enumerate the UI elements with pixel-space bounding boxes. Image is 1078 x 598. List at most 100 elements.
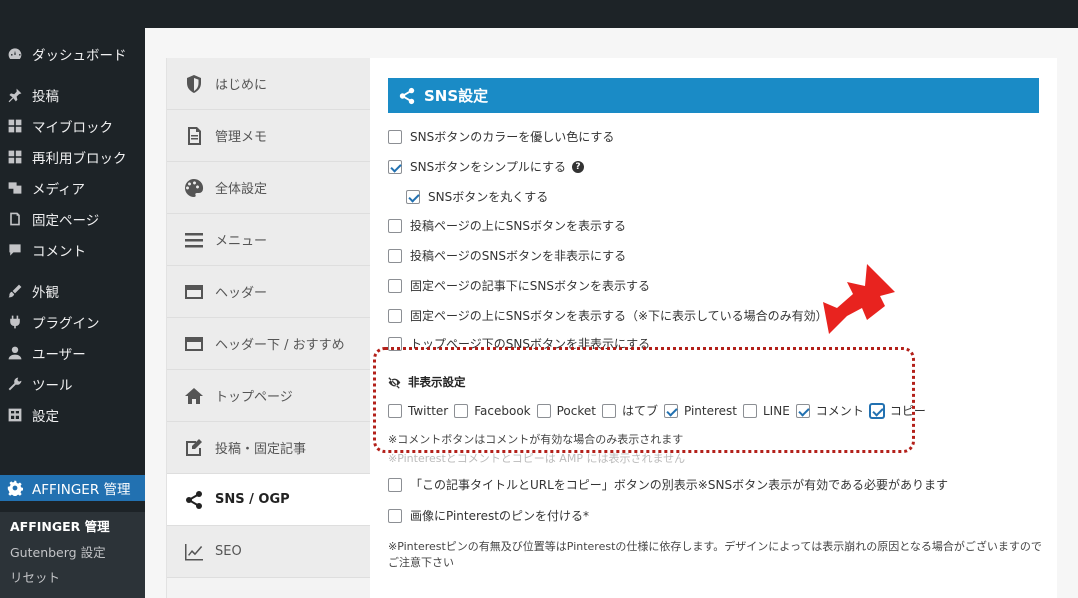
- wp-admin-sidebar: ダッシュボード 投稿 マイブロック 再利用ブロック メディア 固定ページ コメン…: [0, 28, 154, 598]
- blocks-icon: [7, 118, 23, 134]
- option-page-top[interactable]: 固定ページの上にSNSボタンを表示する（※下に表示している場合のみ有効）: [388, 307, 828, 324]
- tab-seo[interactable]: SEO: [167, 526, 371, 578]
- checkbox[interactable]: [388, 159, 402, 174]
- menu-label: ユーザー: [32, 347, 86, 363]
- wrench-icon: [7, 376, 23, 392]
- highlight-box: [373, 347, 915, 453]
- tab-label: ヘッダー下 / おすすめ: [215, 338, 345, 353]
- dashboard-icon: [7, 46, 23, 62]
- option-post-hide[interactable]: 投稿ページのSNSボタンを非表示にする: [388, 247, 626, 264]
- tab-posts[interactable]: 投稿・固定記事: [167, 422, 371, 474]
- tab-sns-ogp[interactable]: SNS / OGP: [167, 474, 371, 526]
- option-simple[interactable]: SNSボタンをシンプルにする ?: [388, 158, 584, 175]
- option-gentle-color[interactable]: SNSボタンのカラーを優しい色にする: [388, 128, 614, 145]
- tab-intro[interactable]: はじめに: [167, 58, 371, 110]
- menu-affinger[interactable]: AFFINGER 管理: [0, 475, 154, 501]
- submenu-affinger[interactable]: AFFINGER 管理: [10, 516, 110, 535]
- menu-label: マイブロック: [32, 120, 113, 136]
- shield-icon: [183, 73, 205, 95]
- menu-label: 設定: [32, 409, 59, 425]
- menu-label: メディア: [32, 182, 86, 198]
- comment-icon: [7, 242, 23, 258]
- brush-icon: [7, 283, 23, 299]
- checkbox[interactable]: [388, 308, 402, 323]
- section-header: SNS設定: [388, 78, 1039, 113]
- menu-settings[interactable]: 設定: [0, 402, 145, 428]
- menu-label: 再利用ブロック: [32, 151, 127, 167]
- checkbox[interactable]: [406, 189, 420, 204]
- tab-general[interactable]: 全体設定: [167, 162, 371, 214]
- palette-icon: [183, 177, 205, 199]
- user-icon: [7, 345, 23, 361]
- menu-pages[interactable]: 固定ページ: [0, 206, 145, 232]
- option-page-bottom[interactable]: 固定ページの記事下にSNSボタンを表示する: [388, 277, 650, 294]
- tab-label: メニュー: [215, 234, 268, 249]
- help-icon[interactable]: ?: [571, 160, 584, 173]
- menu-my-blocks[interactable]: マイブロック: [0, 113, 145, 139]
- tab-memo[interactable]: 管理メモ: [167, 110, 371, 162]
- menu-dashboard[interactable]: ダッシュボード: [0, 41, 145, 67]
- media-icon: [7, 180, 23, 196]
- menu-label: ツール: [32, 378, 73, 394]
- option-label: SNSボタンをシンプルにする: [410, 160, 566, 174]
- memo-icon: [183, 125, 205, 147]
- tab-label: トップページ: [215, 390, 293, 405]
- edit-icon: [183, 437, 205, 459]
- tab-header-below[interactable]: ヘッダー下 / おすすめ: [167, 318, 371, 370]
- option-label: 固定ページの記事下にSNSボタンを表示する: [410, 279, 650, 293]
- option-post-top[interactable]: 投稿ページの上にSNSボタンを表示する: [388, 217, 626, 234]
- option-label: 投稿ページのSNSボタンを非表示にする: [410, 249, 627, 263]
- submenu-reset[interactable]: リセット: [10, 567, 60, 586]
- menu-tools[interactable]: ツール: [0, 371, 145, 397]
- menu-label: AFFINGER 管理: [32, 482, 131, 498]
- plugin-icon: [7, 314, 23, 330]
- menu-icon: [183, 229, 205, 251]
- settings-tabs: はじめに 管理メモ 全体設定 メニュー ヘッダー ヘッダー下 / おすすめ トッ…: [166, 58, 371, 598]
- tab-label: ヘッダー: [215, 286, 268, 301]
- menu-label: 外観: [32, 285, 59, 301]
- red-arrow-icon: [823, 264, 895, 334]
- tab-label: 管理メモ: [215, 130, 268, 145]
- menu-reusable-blocks[interactable]: 再利用ブロック: [0, 144, 145, 170]
- tab-label: 投稿・固定記事: [215, 442, 307, 457]
- affinger-submenu: AFFINGER 管理 Gutenberg 設定 リセット: [0, 512, 145, 598]
- share-icon: [183, 489, 205, 511]
- tab-menu[interactable]: メニュー: [167, 214, 371, 266]
- option-label: 「この記事タイトルとURLをコピー」ボタンの別表示※SNSボタン表示が有効である…: [410, 478, 948, 492]
- pinterest-note-line-1: ※Pinterestピンの有無及び位置等はPinterestの仕様に依存します。…: [388, 540, 1042, 553]
- option-label: 固定ページの上にSNSボタンを表示する（※下に表示している場合のみ有効）: [410, 309, 828, 323]
- admin-top-bar: [0, 0, 1078, 28]
- section-title: SNS設定: [424, 87, 489, 105]
- option-round[interactable]: SNSボタンを丸くする: [406, 188, 548, 205]
- submenu-gutenberg[interactable]: Gutenberg 設定: [10, 542, 106, 561]
- option-label: SNSボタンを丸くする: [428, 190, 549, 204]
- option-label: SNSボタンのカラーを優しい色にする: [410, 130, 615, 144]
- settings-icon: [7, 407, 23, 423]
- chart-icon: [183, 541, 205, 563]
- menu-plugins[interactable]: プラグイン: [0, 309, 145, 335]
- menu-comments[interactable]: コメント: [0, 237, 145, 263]
- page-icon: [7, 211, 23, 227]
- menu-posts[interactable]: 投稿: [0, 82, 145, 108]
- pin-icon: [7, 87, 23, 103]
- gear-icon: [7, 480, 23, 496]
- menu-label: 固定ページ: [32, 213, 100, 229]
- checkbox[interactable]: [388, 248, 402, 263]
- checkbox[interactable]: [388, 218, 402, 233]
- option-pinterest-pin[interactable]: 画像にPinterestのピンを付ける*: [388, 507, 589, 524]
- tab-label: SEO: [215, 544, 242, 559]
- menu-label: ダッシュボード: [32, 48, 127, 64]
- menu-users[interactable]: ユーザー: [0, 340, 145, 366]
- checkbox[interactable]: [388, 129, 402, 144]
- option-label: 画像にPinterestのピンを付ける*: [410, 509, 590, 523]
- option-copy-separate[interactable]: 「この記事タイトルとURLをコピー」ボタンの別表示※SNSボタン表示が有効である…: [388, 476, 948, 493]
- menu-media[interactable]: メディア: [0, 175, 145, 201]
- tab-header[interactable]: ヘッダー: [167, 266, 371, 318]
- menu-label: プラグイン: [32, 316, 100, 332]
- checkbox[interactable]: [388, 477, 402, 492]
- checkbox[interactable]: [388, 508, 402, 523]
- menu-appearance[interactable]: 外観: [0, 278, 145, 304]
- header-icon: [183, 333, 205, 355]
- checkbox[interactable]: [388, 278, 402, 293]
- tab-top-page[interactable]: トップページ: [167, 370, 371, 422]
